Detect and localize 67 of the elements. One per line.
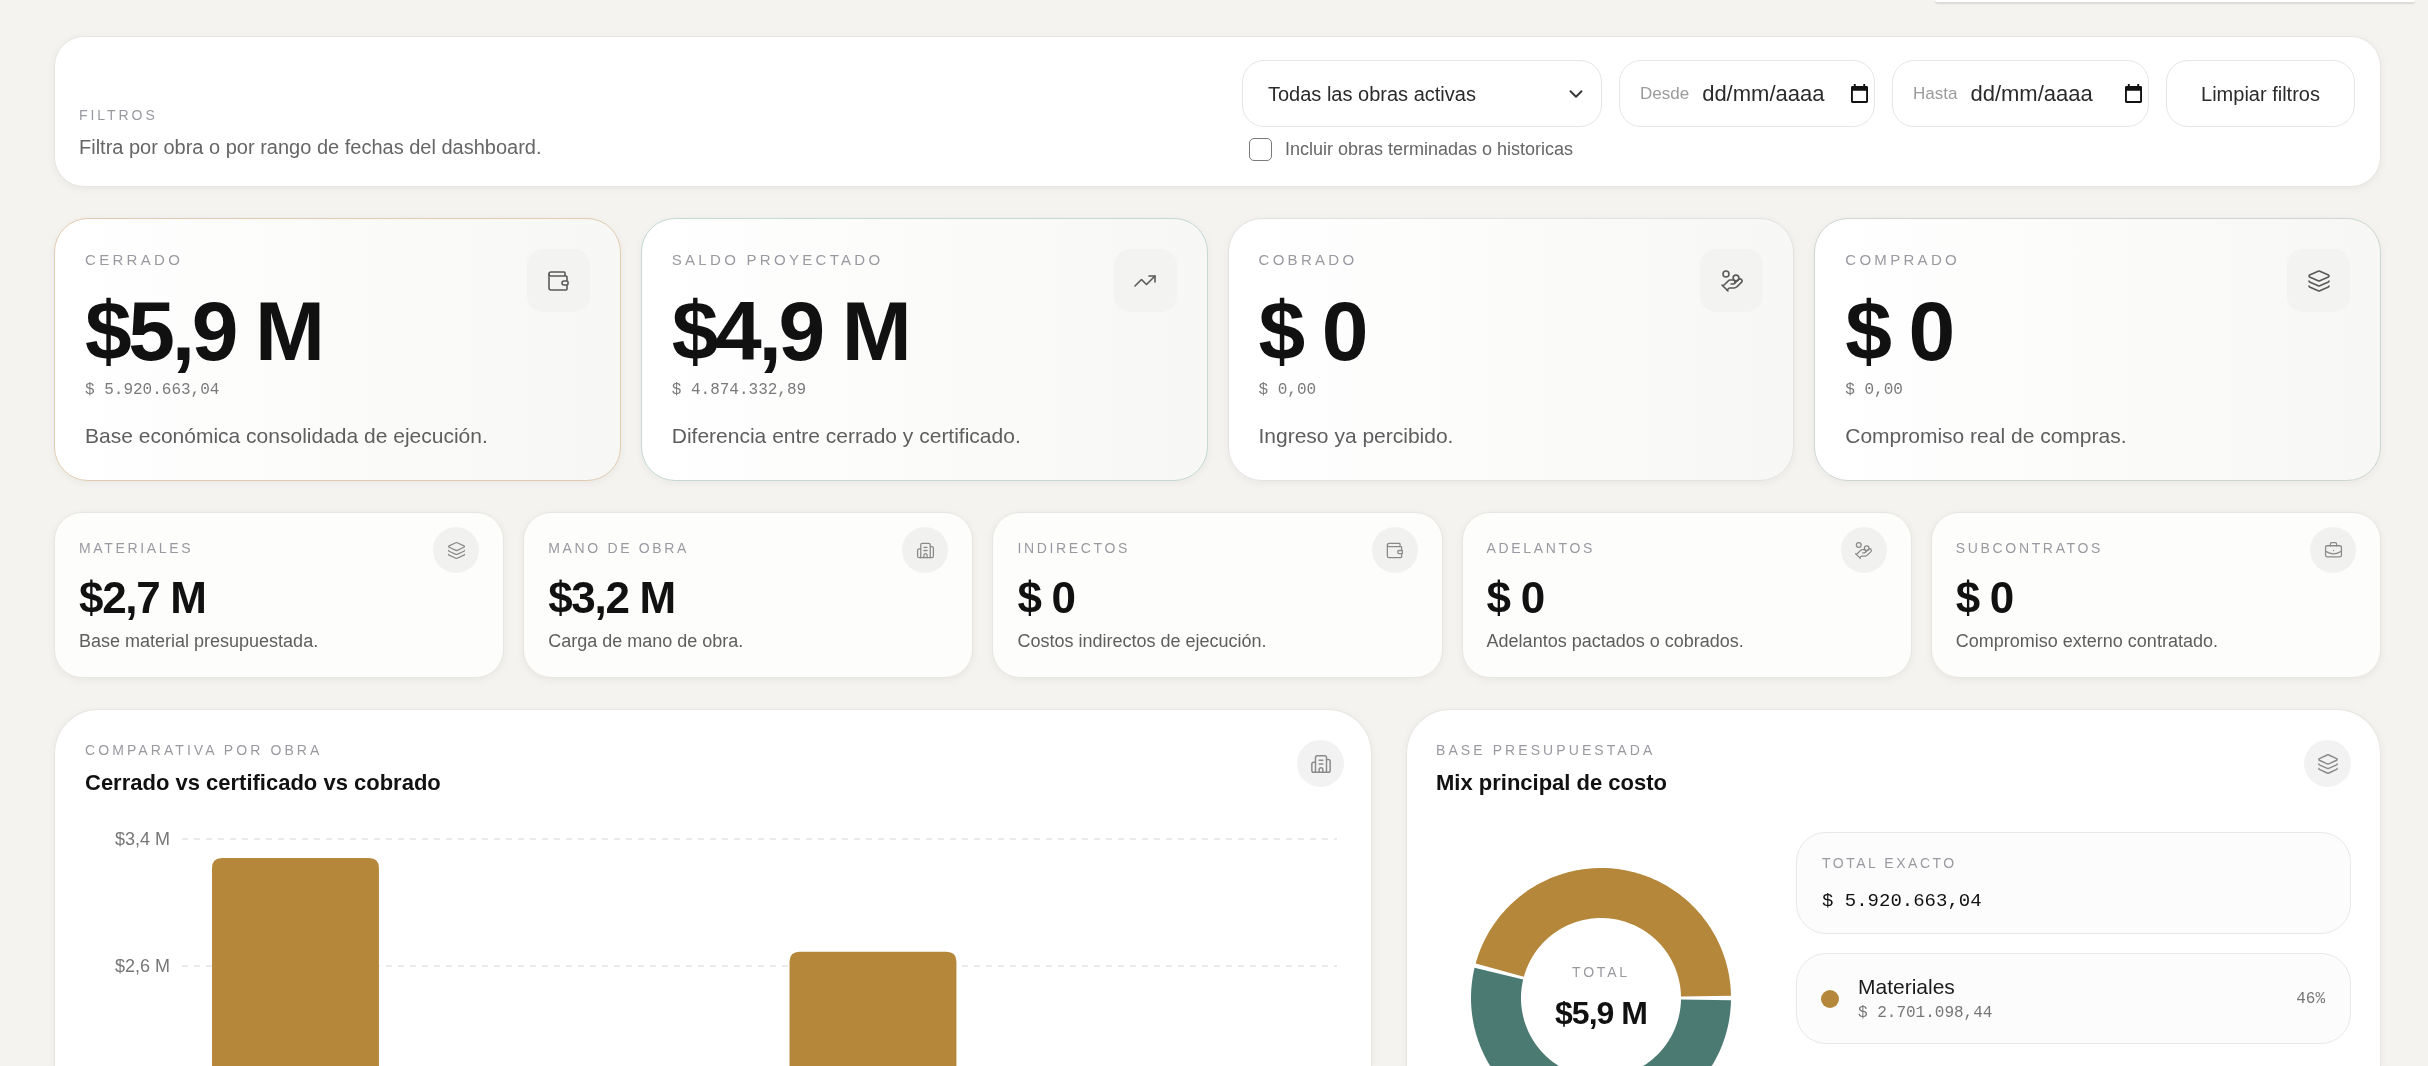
field-label: Desde bbox=[1640, 82, 1690, 105]
layers-icon bbox=[2304, 740, 2351, 787]
donut-center-value: $5,9 M bbox=[1554, 994, 1648, 1033]
kpi-label: COMPRADO bbox=[1845, 250, 1961, 270]
legend-amount: $ 2.701.098,44 bbox=[1858, 1003, 1993, 1023]
kpi-value: $5,9 M bbox=[85, 289, 323, 373]
kpi-exact-amount: $ 5.920.663,04 bbox=[85, 380, 221, 400]
total-label: TOTAL EXACTO bbox=[1822, 854, 1958, 872]
cost-label: ADELANTOS bbox=[1486, 539, 1597, 557]
cost-description: Carga de mano de obra. bbox=[548, 630, 745, 653]
legend-name: Materiales bbox=[1858, 974, 1956, 1000]
total-value: $ 5.920.663,04 bbox=[1822, 889, 1983, 913]
kpi-description: Ingreso ya percibido. bbox=[1258, 423, 1455, 449]
kpi-exact-amount: $ 4.874.332,89 bbox=[671, 380, 808, 400]
kpi-exact-amount: $ 0,00 bbox=[1258, 380, 1318, 400]
calendar-icon[interactable] bbox=[1851, 84, 1868, 103]
kpi-description: Diferencia entre cerrado y certificado. bbox=[671, 423, 1022, 449]
clear-filters-button[interactable]: Limpiar filtros bbox=[2166, 60, 2355, 127]
cost-description: Adelantos pactados o cobrados. bbox=[1486, 630, 1745, 653]
trending-up-icon bbox=[1113, 249, 1177, 312]
cost-value: $ 0 bbox=[1955, 576, 2014, 620]
field-label: Hasta bbox=[1913, 82, 1958, 105]
cost-label: MANO DE OBRA bbox=[548, 539, 690, 557]
hand-coins-icon bbox=[1840, 527, 1887, 573]
date-input[interactable]: dd/mm/aaaa bbox=[1970, 77, 2105, 110]
briefcase-icon bbox=[2310, 527, 2356, 573]
kpi-value: $ 0 bbox=[1258, 289, 1367, 373]
cost-description: Base material presupuestada. bbox=[79, 630, 320, 653]
wallet-icon bbox=[1371, 527, 1418, 573]
chart-title: Cerrado vs certificado vs cobrado bbox=[85, 769, 441, 797]
cost-label: SUBCONTRATOS bbox=[1955, 539, 2105, 557]
building-icon bbox=[1297, 740, 1344, 787]
donut-center-label: TOTAL bbox=[1572, 963, 1630, 981]
axis-label: $2,6 M bbox=[114, 956, 170, 976]
chart-eyebrow: COMPARATIVA POR OBRA bbox=[85, 741, 324, 759]
cost-value: $3,2 M bbox=[548, 576, 676, 620]
kpi-exact-amount: $ 0,00 bbox=[1845, 380, 1904, 400]
cost-description: Compromiso externo contratado. bbox=[1955, 630, 2219, 653]
layers-icon bbox=[433, 527, 480, 573]
chart-eyebrow: BASE PRESUPUESTADA bbox=[1436, 741, 1657, 759]
building-icon bbox=[902, 527, 949, 573]
hand-coins-icon bbox=[1700, 249, 1764, 312]
kpi-value: $4,9 M bbox=[671, 289, 910, 373]
date-input[interactable]: dd/mm/aaaa bbox=[1702, 77, 1837, 110]
calendar-icon[interactable] bbox=[2125, 84, 2142, 103]
chart-title: Mix principal de costo bbox=[1436, 769, 1668, 797]
legend-share: 46% bbox=[2296, 988, 2325, 1009]
cost-value: $ 0 bbox=[1486, 576, 1545, 620]
kpi-label: CERRADO bbox=[85, 250, 185, 270]
cost-value: $ 0 bbox=[1017, 576, 1076, 620]
kpi-label: SALDO PROYECTADO bbox=[671, 250, 885, 270]
axis-label: $3,4 M bbox=[114, 829, 170, 849]
wallet-icon bbox=[526, 249, 590, 312]
cost-value: $2,7 M bbox=[79, 576, 207, 620]
kpi-description: Compromiso real de compras. bbox=[1845, 423, 2128, 449]
kpi-description: Base económica consolidada de ejecución. bbox=[85, 423, 489, 449]
obra-select[interactable]: Todas las obras activas bbox=[1242, 60, 1602, 127]
cost-label: INDIRECTOS bbox=[1017, 539, 1132, 557]
checkbox-label: Incluir obras terminadas o historicas bbox=[1285, 138, 1574, 161]
checkbox[interactable] bbox=[1249, 138, 1272, 161]
filter-description: Filtra por obra o por rango de fechas del dashboard. bbox=[79, 135, 542, 160]
layers-icon bbox=[2287, 249, 2350, 312]
kpi-label: COBRADO bbox=[1258, 250, 1359, 270]
filter-eyebrow: FILTROS bbox=[79, 106, 159, 124]
kpi-value: $ 0 bbox=[1845, 289, 1953, 373]
cost-label: MATERIALES bbox=[79, 539, 195, 557]
cost-description: Costos indirectos de ejecución. bbox=[1017, 630, 1268, 653]
